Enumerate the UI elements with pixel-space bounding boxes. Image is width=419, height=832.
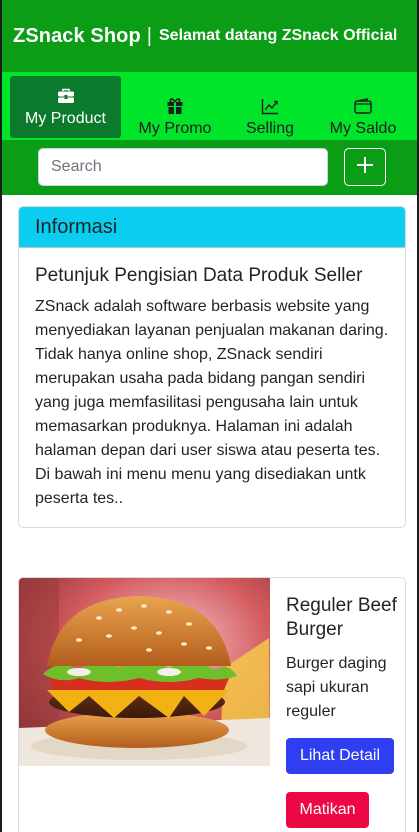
search-bar — [2, 140, 417, 195]
tab-bar: My Product My Promo Selling My Saldo — [2, 72, 417, 140]
top-header: ZSnack Shop | Selamat datang ZSnack Offi… — [2, 0, 417, 72]
chart-line-icon — [261, 96, 279, 116]
search-input[interactable] — [38, 148, 328, 186]
wallet-icon — [354, 96, 372, 116]
disable-product-button[interactable]: Matikan — [286, 792, 369, 828]
info-title: Petunjuk Pengisian Data Produk Seller — [35, 265, 363, 286]
tab-selling[interactable]: Selling — [238, 86, 302, 148]
tab-label: My Saldo — [329, 120, 397, 137]
info-text: ZSnack adalah software berbasis website … — [35, 298, 389, 507]
header-separator: | — [146, 24, 152, 47]
tab-my-promo[interactable]: My Promo — [128, 86, 222, 148]
add-product-button[interactable] — [344, 148, 386, 186]
brand-title[interactable]: ZSnack Shop — [13, 25, 141, 48]
welcome-text: Selamat datang ZSnack Official — [159, 27, 398, 44]
app-frame: ZSnack Shop | Selamat datang ZSnack Offi… — [0, 0, 419, 832]
product-card: Reguler Beef Burger Burger daging sapi u… — [18, 577, 406, 832]
product-name: Reguler Beef Burger — [286, 595, 397, 640]
info-card-body: Petunjuk Pengisian Data Produk Seller ZS… — [19, 248, 405, 511]
product-info: Reguler Beef Burger Burger daging sapi u… — [286, 594, 405, 724]
tab-my-saldo[interactable]: My Saldo — [320, 86, 406, 148]
product-description: Burger daging sapi ukuran reguler — [286, 655, 387, 720]
toolbox-icon — [57, 86, 75, 106]
info-card-header: Informasi — [19, 207, 405, 248]
view-detail-button[interactable]: Lihat Detail — [286, 738, 394, 774]
gift-icon — [166, 96, 184, 116]
plus-icon — [356, 156, 374, 179]
tab-label: My Product — [25, 110, 106, 127]
tab-label: My Promo — [138, 120, 212, 137]
tab-my-product[interactable]: My Product — [10, 76, 121, 138]
product-image — [19, 578, 270, 766]
tab-label: Selling — [245, 120, 295, 137]
info-card: Informasi Petunjuk Pengisian Data Produk… — [18, 206, 406, 528]
